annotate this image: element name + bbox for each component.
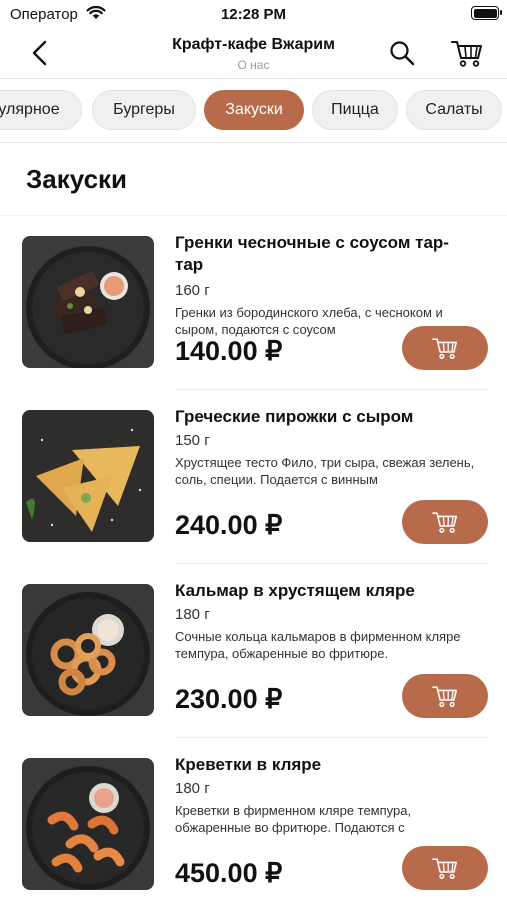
dish-name: Креветки в кляре (175, 755, 322, 774)
list-item[interactable]: Гренки чесночные с соусом тар-тар 160 г … (0, 216, 507, 390)
list-item[interactable]: Креветки в кляре 180 г Креветки в фирмен… (0, 738, 507, 912)
cart-icon[interactable] (450, 38, 484, 68)
dish-description: Сочные кольца кальмаров в фирменном кляр… (175, 629, 461, 661)
dish-photo (22, 584, 154, 716)
section-title: Закуски (26, 164, 128, 194)
dish-weight: 150 г (175, 432, 210, 449)
cart-icon (432, 338, 457, 359)
dish-weight: 180 г (175, 606, 210, 623)
divider (0, 142, 507, 143)
dish-price: 140.00 ₽ (175, 336, 283, 366)
dish-price: 230.00 ₽ (175, 684, 283, 714)
list-item[interactable]: Кальмар в хрустящем кляре 180 г Сочные к… (0, 564, 507, 738)
dish-photo (22, 236, 154, 368)
dish-weight: 160 г (175, 282, 210, 299)
list-item[interactable]: Греческие пирожки с сыром 150 г Хрустяще… (0, 390, 507, 564)
dish-description: Хрустящее тесто Фило, три сыра, свежая з… (175, 455, 475, 487)
add-to-cart-button[interactable] (402, 500, 488, 544)
add-to-cart-button[interactable] (402, 674, 488, 718)
nav-bar: Крафт-кафе Вжарим О нас (0, 28, 507, 79)
dish-photo (22, 758, 154, 890)
dish-price: 450.00 ₽ (175, 858, 283, 888)
tab-popular[interactable]: улярное (0, 90, 82, 130)
dish-price: 240.00 ₽ (175, 510, 283, 540)
search-icon[interactable] (388, 39, 416, 67)
about-link[interactable]: О нас (0, 58, 507, 72)
dish-name: Кальмар в хрустящем кляре (175, 581, 415, 600)
add-to-cart-button[interactable] (402, 326, 488, 370)
cart-icon (432, 512, 457, 533)
dish-weight: 180 г (175, 780, 210, 797)
clock: 12:28 PM (220, 6, 287, 23)
status-bar: Оператор 12:28 PM (0, 0, 507, 28)
battery-icon (471, 6, 502, 20)
cart-icon (432, 858, 457, 879)
dish-name: Гренки чесночные с соусом тар-тар (175, 233, 449, 274)
cart-icon (432, 686, 457, 707)
dish-photo (22, 410, 154, 542)
dish-description: Креветки в фирменном кляре темпура, обжа… (175, 803, 412, 835)
tab-salads[interactable]: Салаты (406, 90, 502, 130)
add-to-cart-button[interactable] (402, 846, 488, 890)
category-tabs: улярное Бургеры Закуски Пицца Салаты (0, 88, 507, 134)
page-title: Крафт-кафе Вжарим (172, 36, 335, 53)
tab-pizza[interactable]: Пицца (312, 90, 398, 130)
dish-name: Греческие пирожки с сыром (175, 407, 414, 426)
tab-burgers[interactable]: Бургеры (92, 90, 196, 130)
tab-snacks[interactable]: Закуски (204, 90, 304, 130)
